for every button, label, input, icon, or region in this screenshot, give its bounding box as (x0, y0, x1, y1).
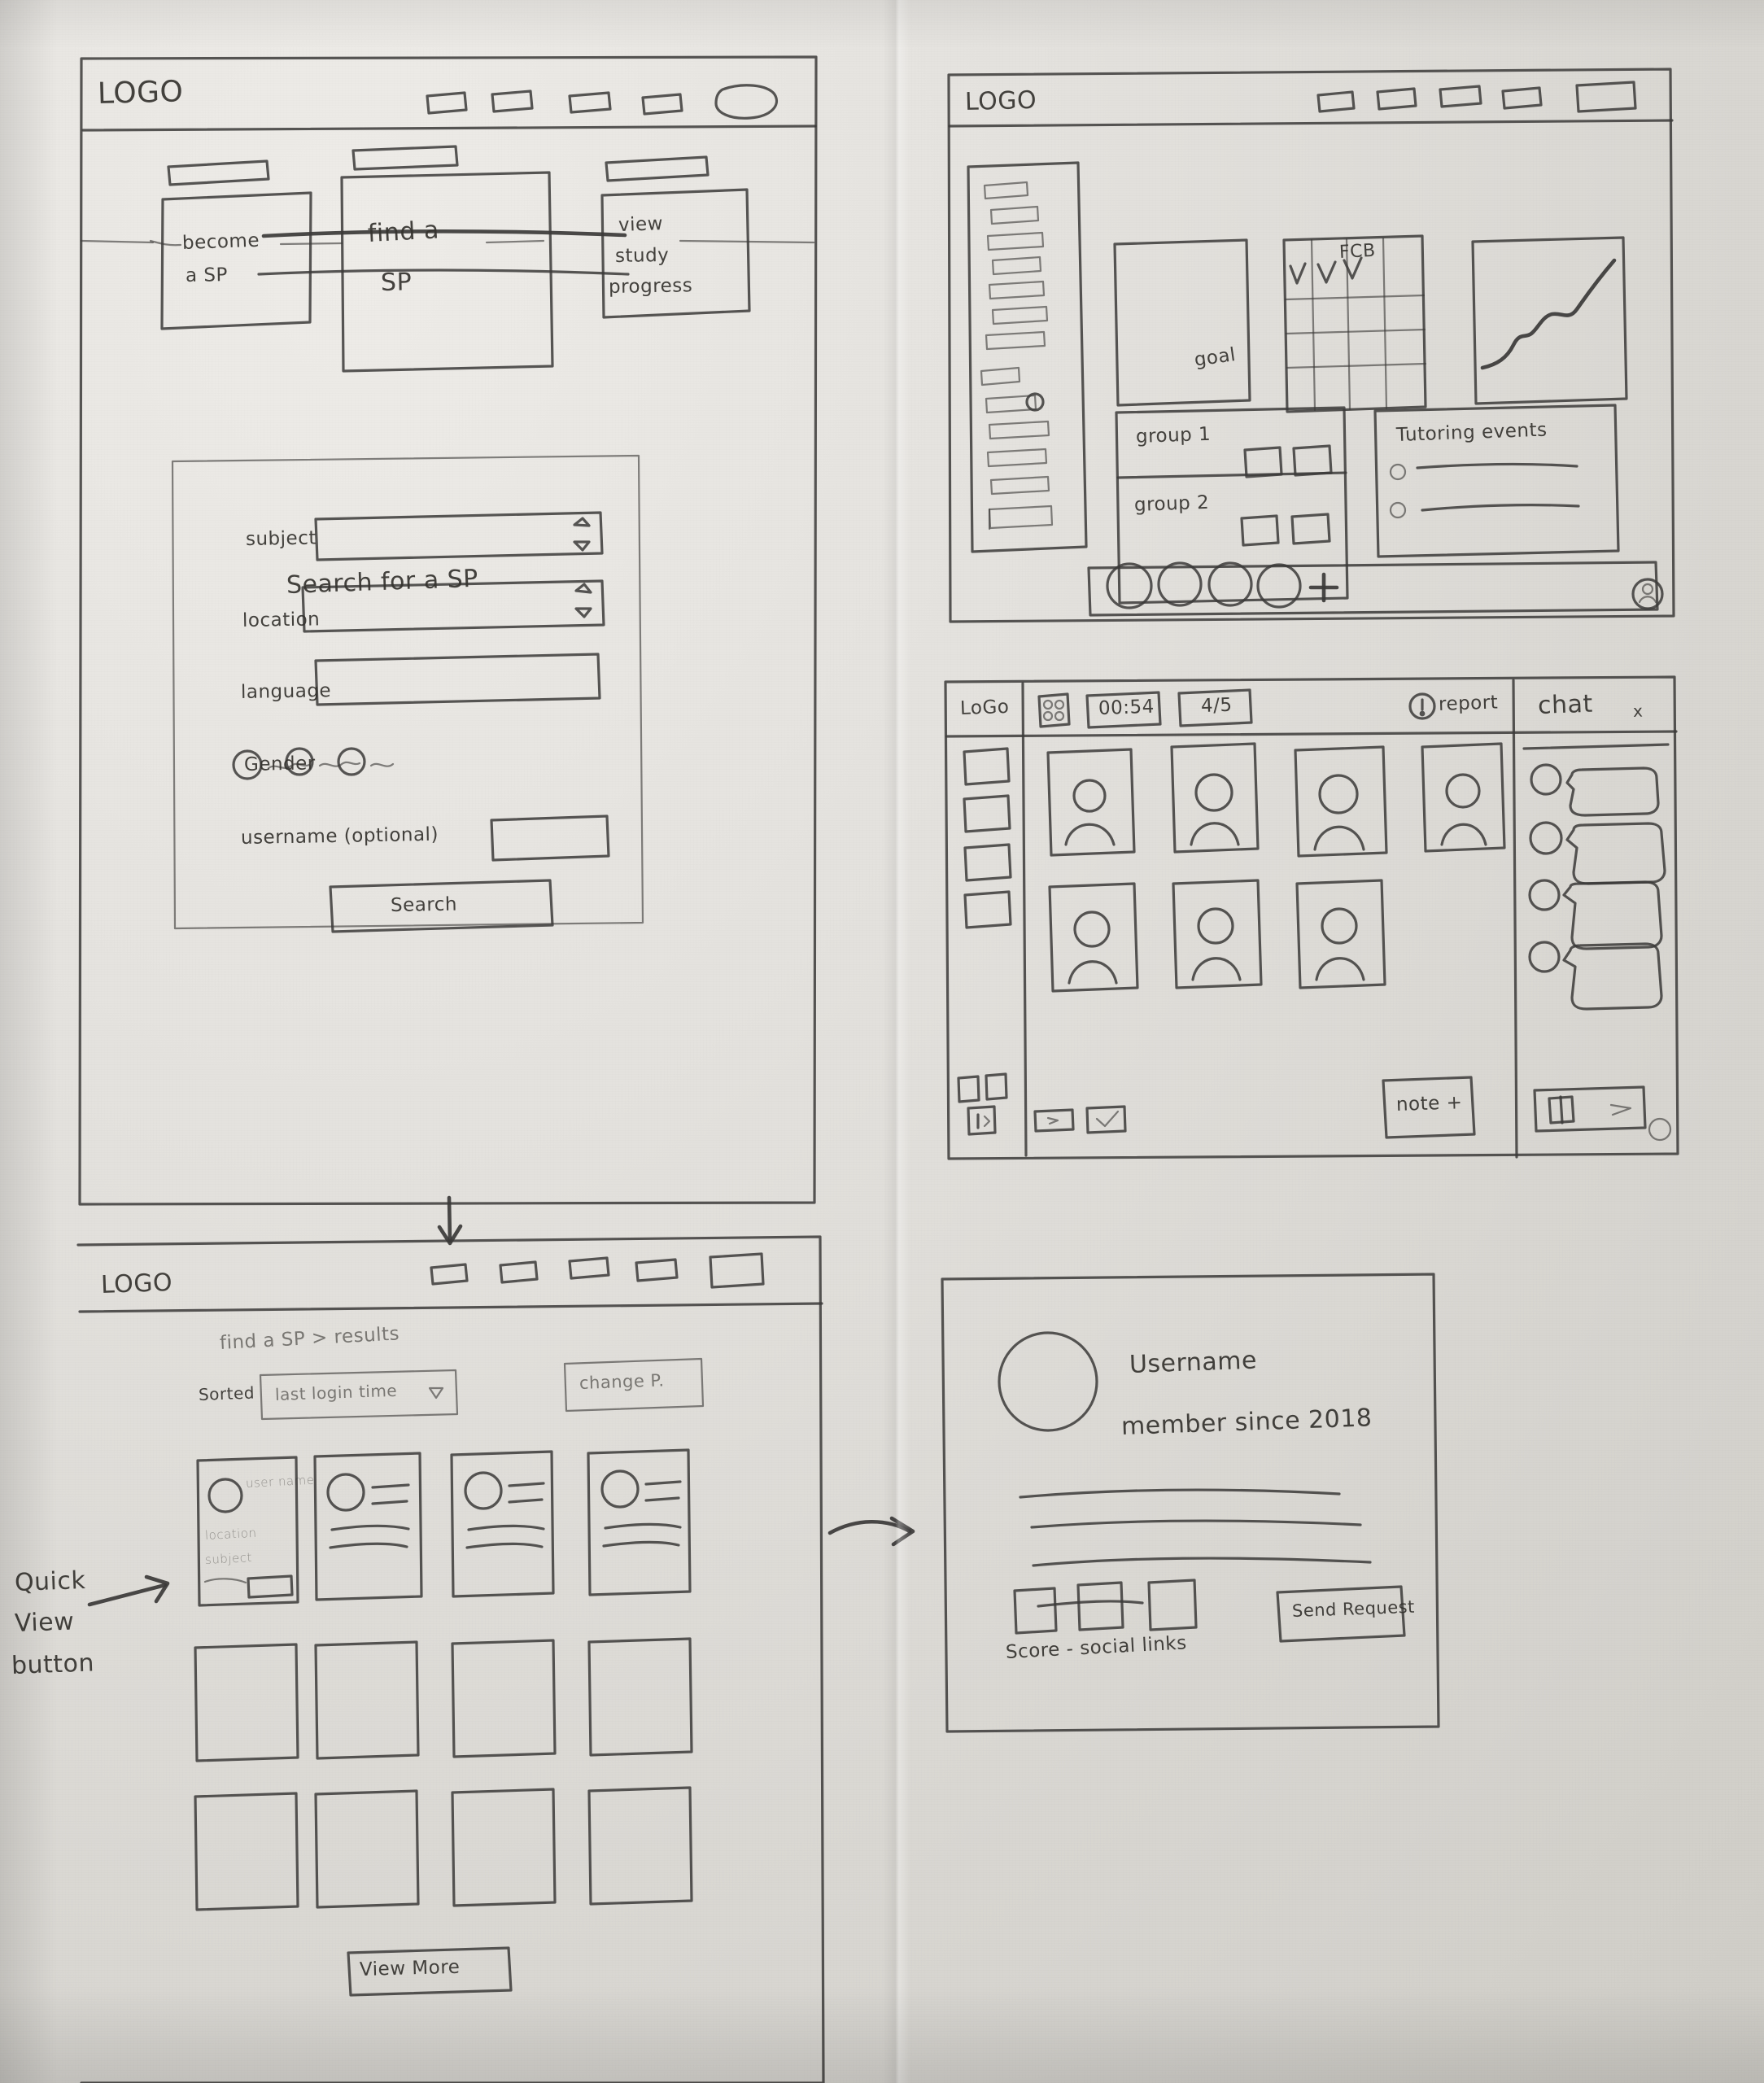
dashboard-group-2-label[interactable]: group 2 (1134, 492, 1210, 516)
dashboard-group-1-label[interactable]: group 1 (1136, 424, 1212, 448)
annotation-quickview-line2: View (14, 1607, 75, 1638)
results-card-grid-row2 (194, 1637, 693, 1762)
session-chat-shapes (1522, 743, 1672, 1142)
flow-arrow-right (827, 1516, 915, 1547)
session-report-button[interactable]: report (1439, 692, 1499, 715)
session-chat-close-icon[interactable]: x (1633, 701, 1644, 721)
wireframe-sketch-lines (76, 55, 1679, 2083)
landing-hero-lines (257, 229, 630, 276)
results-panel-frame (76, 1235, 825, 2083)
landing-username-field (490, 814, 610, 862)
dashboard-logo[interactable]: LOGO (965, 86, 1037, 116)
landing-card-2-label-line2[interactable]: SP (381, 268, 413, 297)
annotation-arrow-quickview (87, 1574, 170, 1607)
landing-band-left (80, 239, 155, 244)
session-participant-tiles (1046, 742, 1506, 858)
session-sidebar-items (963, 747, 1012, 929)
dashboard-progress-chart-shape (1471, 236, 1628, 405)
annotation-quickview-line3: button (11, 1648, 95, 1680)
dashboard-calendar-header: FCB (1338, 240, 1377, 263)
landing-logo[interactable]: LOGO (97, 75, 183, 111)
results-sort-prefix-label: Sorted (198, 1382, 255, 1404)
session-participants-count: 4/5 (1200, 694, 1233, 717)
dashboard-sidebar-items (980, 181, 1054, 531)
landing-card-3-label-line1[interactable]: view (618, 213, 664, 236)
results-card-grid-row3 (194, 1786, 693, 1911)
results-card-grid (196, 1448, 692, 1607)
results-logo[interactable]: LOGO (100, 1269, 172, 1299)
landing-language-label: language (240, 680, 332, 703)
results-view-more-button[interactable]: View More (360, 1957, 461, 1980)
session-timer: 00:54 (1098, 696, 1155, 719)
landing-card-1-label-line2[interactable]: a SP (186, 264, 228, 286)
results-change-page-button[interactable]: change P. (579, 1370, 665, 1393)
results-nav-pills (430, 1252, 765, 1289)
landing-subject-field (314, 511, 604, 561)
results-card-1-location: location (204, 1525, 257, 1543)
dashboard-nav-pills (1316, 81, 1637, 113)
dashboard-goal-card-shape (1113, 238, 1251, 407)
landing-search-button[interactable]: Search (391, 894, 457, 916)
landing-nav-pills (426, 84, 778, 120)
landing-card-1-label-line1[interactable]: become (182, 230, 260, 254)
dashboard-calendar-shape (1282, 234, 1427, 413)
session-participant-tiles-row2 (1048, 879, 1386, 993)
landing-card-2-shape (340, 145, 554, 373)
landing-card-3-label-line3[interactable]: progress (609, 275, 693, 298)
landing-username-label: username (optional) (240, 823, 439, 849)
dashboard-avatar-bar-shape (1087, 561, 1659, 617)
profile-username: Username (1129, 1346, 1258, 1379)
landing-language-field (314, 653, 601, 706)
annotation-quickview-line1: Quick (14, 1566, 86, 1597)
landing-gender-label: Gender (243, 753, 316, 775)
profile-avatar-shape (998, 1331, 1098, 1432)
results-card-1-subject: subject (204, 1549, 253, 1567)
landing-location-label: location (242, 609, 321, 631)
landing-subject-label: subject (245, 527, 317, 550)
session-logo[interactable]: LoGo (960, 697, 1010, 719)
landing-panel-frame (78, 55, 818, 1206)
session-note-button[interactable]: note + (1396, 1092, 1463, 1116)
landing-card-3-label-line2[interactable]: study (615, 245, 670, 267)
landing-card-2-label-line1[interactable]: find a (367, 216, 440, 248)
session-chat-title: chat (1537, 689, 1594, 720)
dashboard-panel-frame (947, 68, 1675, 623)
